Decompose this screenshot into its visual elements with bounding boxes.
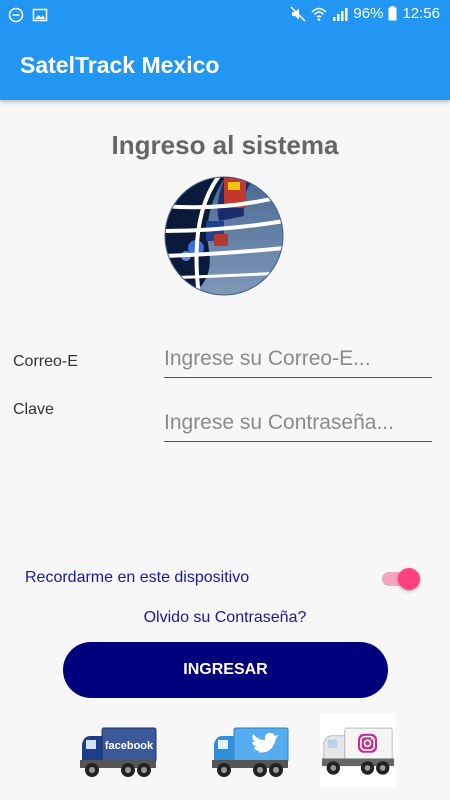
instagram-truck-icon: [321, 727, 395, 775]
twitter-truck-icon: [212, 727, 289, 777]
facebook-truck-icon: facebook: [80, 727, 157, 777]
status-bar: 96% 12:56: [0, 0, 450, 30]
twitter-button[interactable]: [210, 714, 290, 791]
password-field[interactable]: [164, 408, 432, 442]
email-field[interactable]: [164, 344, 432, 378]
clock: 12:56: [402, 5, 440, 22]
app-logo: [164, 176, 284, 296]
battery-icon: [388, 6, 397, 21]
email-label: Correo-E: [13, 353, 78, 370]
minus-circle-icon: [8, 7, 24, 23]
image-icon: [32, 8, 48, 22]
remember-toggle[interactable]: [380, 568, 420, 590]
app-bar: SatelTrack Mexico: [0, 30, 450, 100]
toggle-thumb: [398, 568, 420, 590]
forgot-password-link[interactable]: Olvido su Contraseña?: [0, 609, 450, 627]
facebook-logo-text: facebook: [105, 740, 154, 752]
mute-icon: [290, 5, 306, 22]
page-title: Ingreso al sistema: [111, 130, 339, 160]
signal-icon: [333, 7, 348, 21]
instagram-button[interactable]: [320, 713, 396, 787]
app-title: SatelTrack Mexico: [20, 52, 220, 78]
wifi-icon: [311, 7, 327, 21]
password-label: Clave: [13, 401, 54, 418]
remember-label: Recordarme en este dispositivo: [25, 569, 250, 586]
battery-level: 96%: [353, 5, 384, 22]
facebook-button[interactable]: facebook: [78, 714, 158, 791]
login-button[interactable]: INGRESAR: [63, 642, 388, 698]
